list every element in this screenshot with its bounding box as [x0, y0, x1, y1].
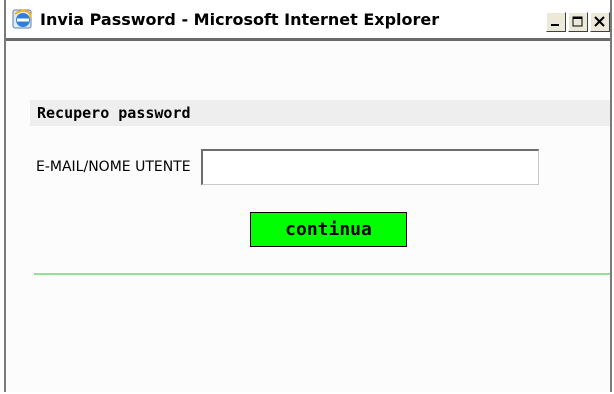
page: Invia Password - Microsoft Internet Expl…	[0, 0, 614, 394]
section-header: Recupero password	[30, 100, 610, 126]
browser-window: Invia Password - Microsoft Internet Expl…	[4, 0, 612, 392]
section-title: Recupero password	[37, 104, 191, 122]
divider	[34, 273, 610, 275]
internet-explorer-icon	[12, 8, 34, 30]
window-title: Invia Password - Microsoft Internet Expl…	[40, 9, 440, 29]
minimize-button[interactable]	[546, 12, 566, 32]
username-label: E-MAIL/NOME UTENTE	[36, 159, 191, 175]
page-content: Recupero password E-MAIL/NOME UTENTE con…	[6, 41, 610, 392]
title-bar[interactable]: Invia Password - Microsoft Internet Expl…	[6, 0, 610, 38]
maximize-button[interactable]	[568, 12, 588, 32]
email-username-input[interactable]	[200, 149, 539, 185]
maximize-icon	[572, 16, 583, 27]
minimize-icon	[551, 24, 559, 26]
continue-button[interactable]: continua	[250, 212, 407, 247]
close-icon	[594, 16, 605, 27]
window-controls	[544, 12, 610, 32]
username-field-row: E-MAIL/NOME UTENTE	[36, 149, 539, 185]
close-button[interactable]	[590, 12, 610, 32]
